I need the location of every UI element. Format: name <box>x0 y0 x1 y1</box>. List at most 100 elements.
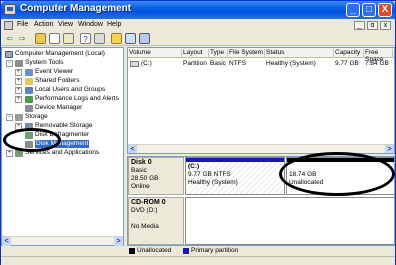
tree-horizontal-scrollbar[interactable]: < > <box>2 236 123 246</box>
mdi-restore-button[interactable]: ɑ <box>367 21 378 30</box>
search-icon[interactable] <box>125 33 136 44</box>
tree-item-system-tools[interactable]: System Tools <box>25 59 64 67</box>
tree-item-shared-folders[interactable]: Shared Folders <box>35 77 79 85</box>
settings-icon[interactable] <box>94 33 105 44</box>
list-scroll-left-icon[interactable]: < <box>128 145 137 153</box>
collapse-storage-icon[interactable]: − <box>6 114 13 121</box>
tree-item-device-manager[interactable]: Device Manager <box>35 104 82 112</box>
legend-primary-partition: Primary partition <box>191 247 239 254</box>
open-icon[interactable] <box>111 33 122 44</box>
volume-list-header: Volume Layout Type File System Status Ca… <box>128 48 394 63</box>
tree-item-event-viewer[interactable]: Event Viewer <box>35 68 73 76</box>
cdrom0-name: CD-ROM 0 <box>131 199 166 206</box>
event-viewer-icon <box>25 69 33 76</box>
cell-type: Basic <box>210 60 226 67</box>
scroll-right-icon[interactable]: > <box>114 237 123 246</box>
list-horizontal-scrollbar[interactable]: < > <box>128 144 394 153</box>
system-menu-icon[interactable] <box>4 21 13 30</box>
computer-management-window: Computer Management _ □ X File Action Vi… <box>0 0 396 265</box>
window-title: Computer Management <box>20 3 132 14</box>
menu-view[interactable]: View <box>58 21 73 28</box>
tree-item-local-users[interactable]: Local Users and Groups <box>35 86 105 94</box>
maximize-button[interactable]: □ <box>362 3 376 17</box>
column-file-system[interactable]: File System <box>228 49 265 58</box>
up-folder-icon[interactable] <box>35 33 46 44</box>
menu-help[interactable]: Help <box>107 21 121 28</box>
mdi-close-button[interactable]: x <box>380 21 391 30</box>
expand-shared-folders-icon[interactable]: + <box>15 78 22 85</box>
column-percent-free[interactable]: % <box>393 49 394 58</box>
help-icon[interactable]: ? <box>80 33 91 44</box>
cell-status: Healthy (System) <box>266 60 316 67</box>
minimize-button[interactable]: _ <box>346 3 360 17</box>
title-bar[interactable]: Computer Management _ □ X <box>1 1 395 19</box>
close-button[interactable]: X <box>378 3 392 17</box>
list-scroll-right-icon[interactable]: > <box>385 145 394 153</box>
toolbar: ⇦ ⇨ ? <box>1 32 395 46</box>
mdi-minimize-button[interactable]: _ <box>354 21 365 30</box>
computer-icon <box>5 51 13 58</box>
cell-volume: (C:) <box>141 60 152 67</box>
computer-management-icon <box>4 4 16 15</box>
volume-list: Volume Layout Type File System Status Ca… <box>127 47 395 154</box>
volume-drive-icon <box>130 61 139 67</box>
disk-icon[interactable] <box>139 33 150 44</box>
menu-bar: File Action View Window Help _ ɑ x <box>1 19 395 32</box>
tools-icon <box>15 60 23 67</box>
show-tree-icon[interactable] <box>49 33 60 44</box>
cdrom0-drive: DVD (D:) <box>131 207 158 214</box>
menu-window[interactable]: Window <box>78 21 103 28</box>
partition-c-stripe <box>186 158 284 162</box>
legend-primary-swatch <box>183 248 189 254</box>
cdrom0-area[interactable] <box>185 197 394 245</box>
forward-icon[interactable]: ⇨ <box>17 33 28 44</box>
menu-action[interactable]: Action <box>34 21 53 28</box>
column-volume[interactable]: Volume <box>128 49 182 58</box>
status-bar <box>1 256 395 265</box>
tree-item-computer-management[interactable]: Computer Management (Local) <box>15 50 105 58</box>
column-layout[interactable]: Layout <box>182 49 209 58</box>
column-type[interactable]: Type <box>209 49 228 58</box>
disk0-status: Online <box>131 183 150 190</box>
collapse-system-tools-icon[interactable]: − <box>6 60 13 67</box>
cell-percent-free: 80 <box>394 60 395 67</box>
highlight-ellipse-disk-management <box>3 128 61 152</box>
column-free-space[interactable]: Free Space <box>364 49 393 63</box>
expand-event-viewer-icon[interactable]: + <box>15 69 22 76</box>
menu-file[interactable]: File <box>17 21 28 28</box>
legend-unallocated-swatch <box>129 248 135 254</box>
partition-c-label: (C:) <box>188 163 200 170</box>
storage-icon <box>15 114 23 121</box>
expand-local-users-icon[interactable]: + <box>15 87 22 94</box>
cdrom0-label[interactable]: CD-ROM 0 DVD (D:) No Media <box>128 197 184 245</box>
expand-performance-icon[interactable]: + <box>15 96 22 103</box>
tree-item-storage[interactable]: Storage <box>25 113 48 121</box>
cdrom0-media: No Media <box>131 223 159 230</box>
properties-icon[interactable] <box>63 33 74 44</box>
scroll-left-icon[interactable]: < <box>2 237 11 246</box>
legend: Unallocated Primary partition <box>127 247 395 255</box>
cell-layout: Partition <box>183 60 207 67</box>
partition-c-status: Healthy (System) <box>188 179 238 186</box>
disk0-name: Disk 0 <box>131 159 152 166</box>
column-status[interactable]: Status <box>265 49 334 58</box>
table-row[interactable]: (C:) Partition Basic NTFS Healthy (Syste… <box>128 60 395 69</box>
cell-capacity: 9.77 GB <box>335 60 359 67</box>
highlight-ellipse-unallocated <box>279 152 395 196</box>
cell-free-space: 7.84 GB <box>365 60 389 67</box>
legend-unallocated: Unallocated <box>137 247 172 254</box>
performance-icon <box>25 96 33 103</box>
disk0-label[interactable]: Disk 0 Basic 28.50 GB Online <box>128 157 184 195</box>
partition-c[interactable]: (C:) 9.77 GB NTFS Healthy (System) <box>185 157 285 195</box>
column-capacity[interactable]: Capacity <box>334 49 364 58</box>
device-manager-icon <box>25 105 33 112</box>
cell-file-system: NTFS <box>229 60 246 67</box>
back-icon[interactable]: ⇦ <box>4 33 15 44</box>
partition-c-fs: 9.77 GB NTFS <box>188 171 231 178</box>
tree-item-performance[interactable]: Performance Logs and Alerts <box>35 95 119 103</box>
disk0-type: Basic <box>131 167 147 174</box>
disk0-size: 28.50 GB <box>131 175 159 182</box>
users-icon <box>25 87 33 94</box>
expand-services-icon[interactable]: + <box>6 150 13 157</box>
shared-folder-icon <box>25 78 33 85</box>
